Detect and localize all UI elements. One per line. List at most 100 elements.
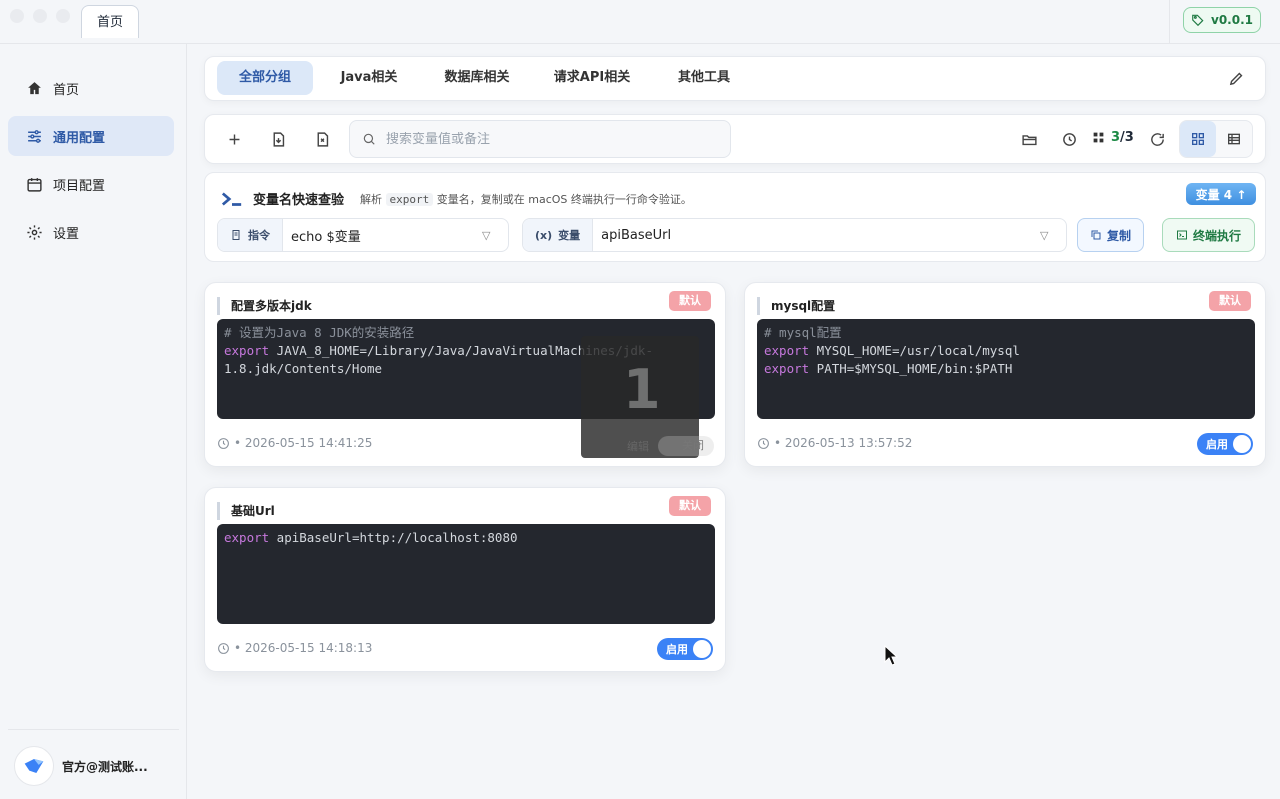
tab-request-api[interactable]: 请求API相关 — [540, 61, 644, 95]
code-block: export apiBaseUrl=http://localhost:8080 — [217, 524, 715, 624]
code-keyword: export — [224, 343, 270, 358]
pencil-icon — [1229, 72, 1242, 85]
grid-view-button[interactable] — [1180, 121, 1216, 157]
file-export-icon — [317, 131, 328, 147]
code-line: export PATH=$MYSQL_HOME/bin:$PATH — [764, 360, 1248, 378]
user-profile[interactable]: 官方@测试账... — [14, 746, 148, 786]
disable-toggle[interactable]: 关闭 — [658, 436, 714, 456]
view-toggle — [1179, 120, 1253, 158]
tab-other-tools[interactable]: 其他工具 — [659, 61, 749, 95]
tab-java[interactable]: Java相关 — [325, 61, 413, 95]
default-tag: 默认 — [669, 291, 711, 311]
chevron-down-icon: ▽ — [1040, 228, 1049, 242]
copy-button[interactable]: 复制 — [1077, 218, 1144, 252]
variable-select[interactable]: (x) 变量 apiBaseUrl ▽ — [522, 218, 1067, 252]
terminal-prompt-icon — [221, 192, 242, 206]
card-timestamp: • 2026-05-13 13:57:52 — [757, 436, 912, 450]
open-folder-button[interactable] — [1014, 124, 1044, 154]
code-block: # mysql配置 export MYSQL_HOME=/usr/local/m… — [757, 319, 1255, 419]
search-icon — [363, 133, 375, 145]
history-icon — [1062, 132, 1076, 146]
enable-toggle[interactable]: 启用 — [657, 638, 713, 660]
clock-icon — [218, 642, 229, 654]
divider — [1169, 0, 1170, 44]
refresh-icon — [1150, 132, 1164, 146]
divider — [8, 729, 179, 730]
code-line: export MYSQL_HOME=/usr/local/mysql — [764, 342, 1248, 360]
timestamp-text: • 2026-05-15 14:18:13 — [234, 641, 373, 655]
quick-check-description: 解析 export 变量名，复制或在 macOS 终端执行一行命令验证。 — [360, 191, 692, 207]
quick-check-title: 变量名快速查验 — [253, 193, 345, 208]
add-button[interactable] — [219, 124, 249, 154]
clock-icon — [218, 437, 229, 449]
card-title: 配置多版本jdk — [231, 299, 312, 313]
drag-ghost-number: 1 — [623, 358, 661, 421]
import-button[interactable] — [263, 124, 293, 154]
terminal-run-button[interactable]: 终端执行 — [1162, 218, 1255, 252]
version-text: v0.0.1 — [1211, 13, 1253, 27]
version-badge[interactable]: v0.0.1 — [1183, 7, 1261, 33]
count-total: /3 — [1120, 130, 1134, 145]
enable-toggle[interactable]: 启用 — [1197, 433, 1253, 455]
sidebar-item-general-config[interactable]: 通用配置 — [8, 116, 174, 156]
clock-icon — [758, 437, 769, 449]
desc-prefix: 解析 — [360, 193, 382, 206]
toggle-knob — [1233, 435, 1251, 453]
command-value: echo $变量 — [291, 229, 361, 245]
code-text: PATH=$MYSQL_HOME/bin:$PATH — [809, 361, 1013, 376]
sidebar-item-project-config[interactable]: 项目配置 — [8, 164, 174, 204]
card-title: 基础Url — [231, 504, 275, 518]
code-keyword: export — [224, 530, 270, 545]
chevron-down-icon: ▽ — [482, 228, 491, 242]
grid-icon — [1192, 133, 1204, 145]
variable-label-text: 变量 — [558, 229, 581, 242]
sidebar-item-label: 通用配置 — [53, 130, 106, 146]
search-input[interactable] — [386, 131, 706, 147]
refresh-button[interactable] — [1142, 124, 1172, 154]
sliders-icon — [28, 129, 41, 143]
tab-all-groups[interactable]: 全部分组 — [217, 61, 313, 95]
tab-home[interactable]: 首页 — [81, 5, 139, 38]
search-box[interactable] — [349, 120, 731, 158]
window-close-button[interactable] — [10, 9, 24, 23]
window-minimize-button[interactable] — [33, 9, 47, 23]
code-text: apiBaseUrl=http://localhost:8080 — [269, 530, 518, 545]
folder-open-icon — [1021, 134, 1037, 145]
history-button[interactable] — [1054, 124, 1084, 154]
window-maximize-button[interactable] — [56, 9, 70, 23]
gear-icon — [27, 224, 42, 240]
sidebar-item-label: 项目配置 — [53, 178, 106, 194]
card-accent-bar — [217, 502, 220, 520]
function-x-icon: (x) — [535, 228, 553, 242]
terminal-icon — [1176, 230, 1187, 240]
edit-groups-button[interactable] — [1221, 63, 1251, 93]
toggle-label: 启用 — [666, 643, 688, 656]
timestamp-text: • 2026-05-15 14:41:25 — [234, 436, 373, 450]
variable-count-badge[interactable]: 变量 4 ↑ — [1186, 183, 1256, 205]
count-current: 3 — [1111, 130, 1121, 145]
tab-database[interactable]: 数据库相关 — [427, 61, 527, 95]
avatar — [14, 746, 54, 786]
card-accent-bar — [217, 297, 220, 315]
calendar-icon — [27, 177, 42, 192]
title-bar: 首页 v0.0.1 — [0, 0, 1280, 44]
card-title: mysql配置 — [771, 299, 836, 313]
sidebar-item-label: 首页 — [53, 82, 80, 98]
code-keyword: export — [764, 361, 810, 376]
sidebar-item-settings[interactable]: 设置 — [8, 212, 174, 252]
config-card-mysql[interactable]: mysql配置 默认 # mysql配置 export MYSQL_HOME=/… — [744, 282, 1266, 467]
mouse-cursor-icon — [884, 645, 898, 666]
item-count: 3/3 — [1092, 130, 1134, 145]
code-text: MYSQL_HOME=/usr/local/mysql — [809, 343, 1020, 358]
tag-icon — [1192, 14, 1204, 27]
config-card-base-url[interactable]: 基础Url 默认 export apiBaseUrl=http://localh… — [204, 487, 726, 672]
sidebar-item-home[interactable]: 首页 — [8, 68, 174, 108]
command-select[interactable]: 指令 echo $变量 ▽ — [217, 218, 509, 252]
list-view-button[interactable] — [1216, 121, 1252, 157]
copy-icon — [1091, 230, 1101, 240]
copy-label: 复制 — [1106, 228, 1131, 243]
file-import-icon — [273, 131, 284, 147]
list-icon — [1228, 133, 1240, 145]
timestamp-text: • 2026-05-13 13:57:52 — [774, 436, 913, 450]
export-button[interactable] — [307, 124, 337, 154]
